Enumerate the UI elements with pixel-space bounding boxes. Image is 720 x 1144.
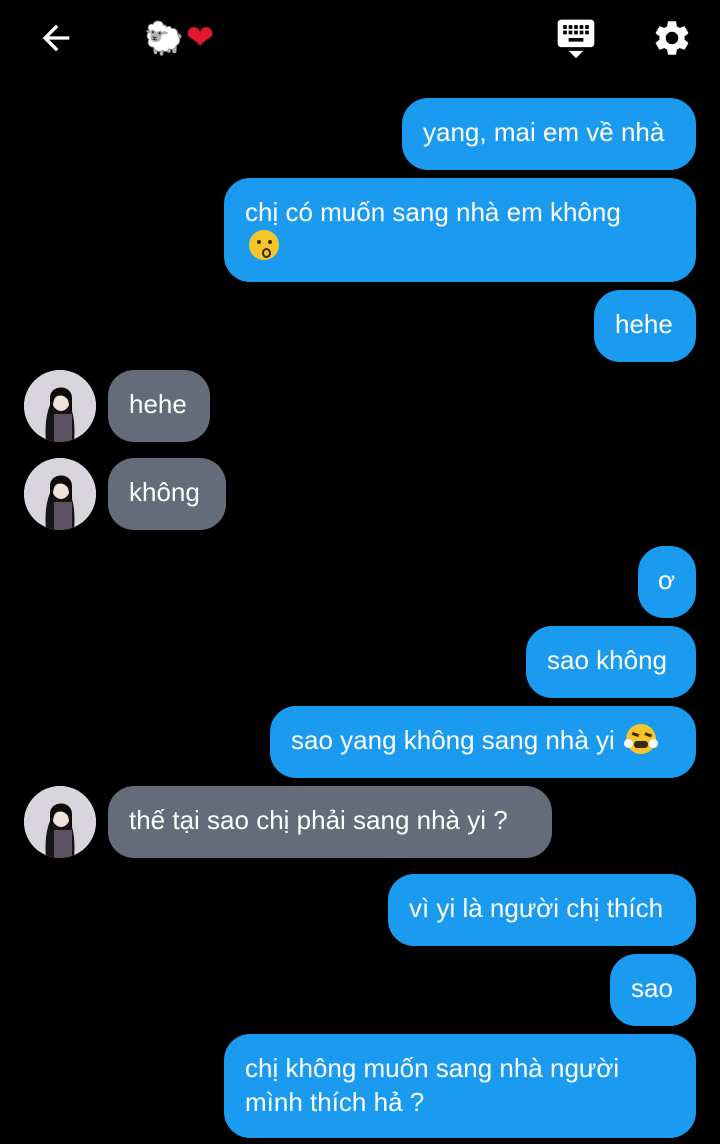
message-text: hehe [615, 309, 673, 339]
keyboard-button[interactable] [550, 14, 602, 62]
message-text: sao không [547, 645, 667, 675]
back-button[interactable] [30, 14, 82, 62]
outgoing-message[interactable]: ơ [638, 546, 696, 618]
arrow-left-icon [42, 24, 70, 52]
chat-title[interactable]: 🐑 ❤ [144, 16, 214, 60]
avatar-image [24, 786, 96, 858]
message-text: không [129, 477, 200, 507]
message-text: chị có muốn sang nhà em không [245, 197, 621, 227]
contact-avatar[interactable] [24, 370, 96, 442]
outgoing-message[interactable]: chị có muốn sang nhà em không [224, 178, 696, 282]
incoming-message[interactable]: không [108, 458, 226, 530]
message-text: sao [631, 973, 673, 1003]
gear-icon [655, 21, 689, 55]
outgoing-message[interactable]: vì yi là người chị thích [388, 874, 696, 946]
message-text: vì yi là người chị thích [409, 893, 664, 923]
incoming-message[interactable]: hehe [108, 370, 210, 442]
message-text-line2: mình thích hả ? [245, 1087, 425, 1117]
contact-avatar[interactable] [24, 786, 96, 858]
kissing-face-emoji-icon [249, 230, 279, 260]
outgoing-message[interactable]: yang, mai em về nhà [402, 98, 696, 170]
heart-emoji-icon: ❤ [185, 18, 215, 58]
face-with-steam-emoji-icon [624, 724, 659, 754]
outgoing-message[interactable]: sao yang không sang nhà yi [270, 706, 696, 778]
message-text: ơ [658, 565, 676, 595]
outgoing-message[interactable]: sao không [526, 626, 696, 698]
incoming-message[interactable]: thế tại sao chị phải sang nhà yi ? [108, 786, 552, 858]
outgoing-message[interactable]: sao [610, 954, 696, 1026]
contact-avatar[interactable] [24, 458, 96, 530]
keyboard-icon [557, 19, 595, 59]
sheep-emoji-icon: 🐑 [144, 19, 184, 57]
message-text: hehe [129, 389, 187, 419]
outgoing-message[interactable]: hehe [594, 290, 696, 362]
avatar-image [24, 458, 96, 530]
avatar-image [24, 370, 96, 442]
settings-button[interactable] [646, 14, 698, 62]
outgoing-message[interactable]: chị không muốn sang nhà người mình thích… [224, 1034, 696, 1138]
message-text: chị không muốn sang nhà người [245, 1053, 620, 1083]
message-text: yang, mai em về nhà [423, 117, 665, 147]
message-text: sao yang không sang nhà yi [291, 725, 615, 755]
top-bar: 🐑 ❤ [0, 0, 720, 76]
message-text: thế tại sao chị phải sang nhà yi ? [129, 805, 508, 835]
